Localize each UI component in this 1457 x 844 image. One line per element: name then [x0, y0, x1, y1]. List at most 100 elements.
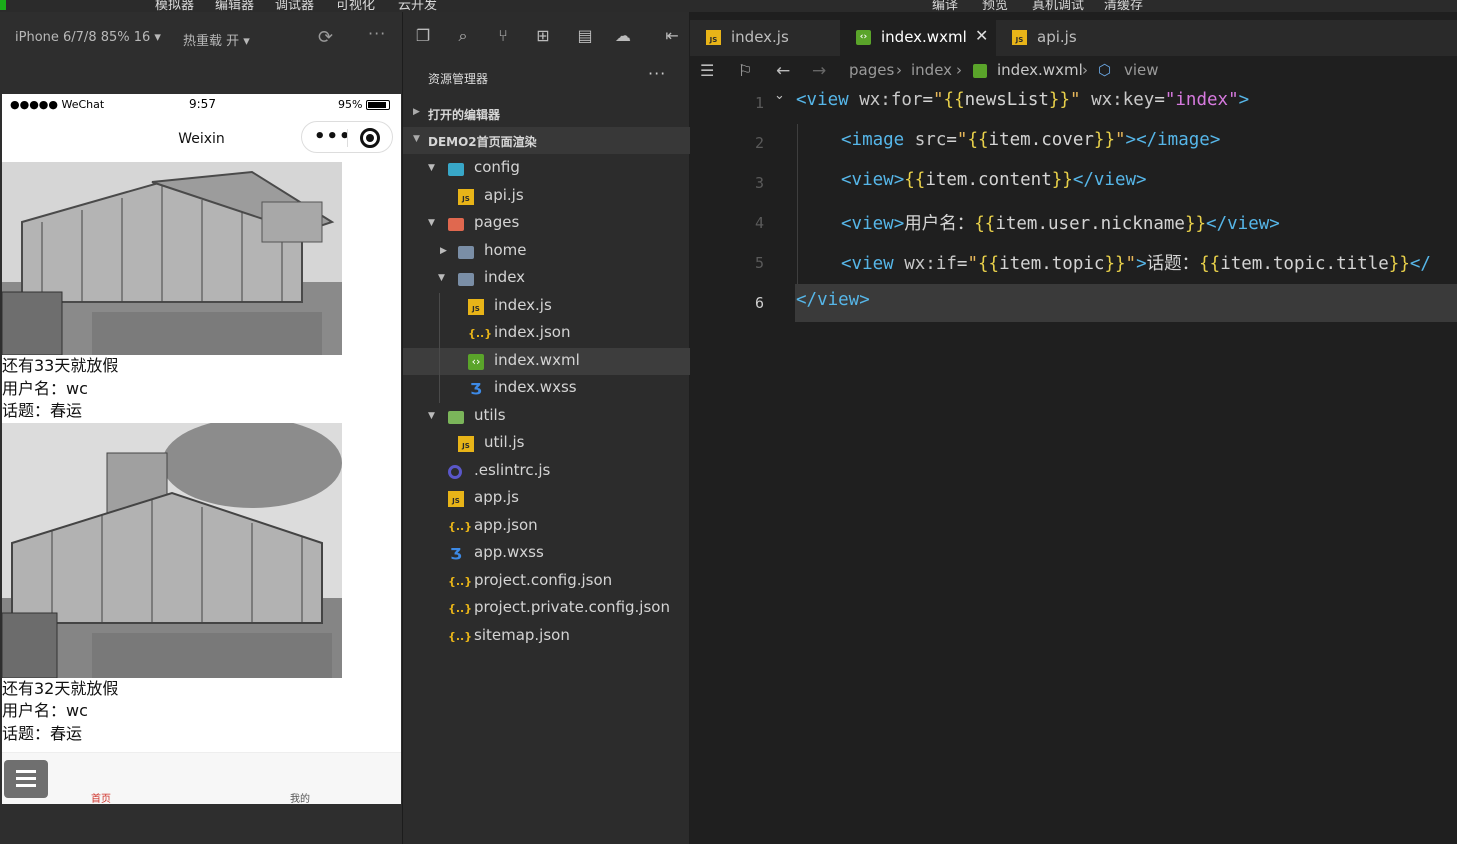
tree-item[interactable]: {..} index.json — [403, 320, 690, 348]
phone-nav-bar: Weixin ••• — [2, 116, 401, 162]
chevron-down-icon[interactable]: ▼ — [428, 218, 435, 228]
menu-capsule[interactable]: ••• — [301, 121, 393, 153]
explorer-icon[interactable]: ❐ — [411, 26, 435, 50]
wxml-file-icon: ‹› — [856, 30, 871, 45]
code-area[interactable]: ⌄ 1 2 3 4 5 6 <view wx:for="{{newsList}}… — [690, 84, 1457, 844]
js-file-icon: JS — [706, 30, 721, 45]
capsule-divider — [347, 129, 348, 147]
tree-item-label: app.js — [474, 488, 519, 506]
list-icon[interactable]: ☰ — [700, 61, 714, 80]
js-file-icon: JS — [1012, 30, 1027, 45]
code-line[interactable]: <view>用户名：{{item.user.nickname}}</view> — [841, 210, 1280, 235]
hot-reload-toggle[interactable]: 热重载 开 ▾ — [183, 30, 250, 49]
fold-chevron-icon[interactable]: ⌄ — [774, 88, 785, 103]
device-select[interactable]: iPhone 6/7/8 85% 16 ▾ — [15, 30, 161, 45]
news-item[interactable]: 还有32天就放假 用户名：wc 话题：春运 — [2, 422, 401, 746]
tree-item-label: sitemap.json — [474, 625, 570, 644]
news-item[interactable]: 还有33天就放假 用户名：wc 话题：春运 — [2, 162, 401, 423]
capsule-more-icon[interactable]: ••• — [314, 126, 352, 147]
close-icon[interactable]: ✕ — [975, 26, 988, 45]
open-editors-section[interactable]: ▶ 打开的编辑器 — [403, 100, 690, 127]
tree-item[interactable]: ‹› index.wxml — [403, 347, 690, 375]
tree-item[interactable]: ▼ pages — [403, 210, 690, 238]
tree-item-label: .eslintrc.js — [474, 460, 551, 479]
chevron-down-icon[interactable]: ▼ — [428, 163, 435, 173]
code-line[interactable]: <image src="{{item.cover}}"></image> — [841, 130, 1220, 150]
tree-item[interactable]: {..} project.private.config.json — [403, 595, 690, 623]
indent-guide — [797, 124, 798, 284]
tree-item[interactable]: JS app.js — [403, 485, 690, 513]
tree-item[interactable]: JS index.js — [403, 293, 690, 321]
tree-item[interactable]: JS api.js — [403, 183, 690, 211]
tree-indent-guide — [439, 292, 440, 403]
tree-item[interactable]: Ʒindex.wxss — [403, 375, 690, 403]
breadcrumb-item[interactable]: view — [1124, 61, 1159, 79]
breadcrumb-separator: › — [896, 61, 902, 79]
wxml-file-icon — [973, 64, 987, 78]
code-line[interactable]: <view wx:for="{{newsList}}" wx:key="inde… — [796, 90, 1249, 110]
more-icon[interactable]: ··· — [368, 24, 386, 43]
tab-mine[interactable]: 我的 — [290, 790, 310, 804]
tree-item[interactable]: .eslintrc.js — [403, 458, 690, 486]
breadcrumb-item[interactable]: index — [911, 61, 952, 79]
tree-item[interactable]: ▶ home — [403, 238, 690, 266]
tab-index-js[interactable]: JS index.js — [690, 20, 840, 56]
chevron-right-icon[interactable]: ▶ — [440, 246, 447, 256]
tab-index-wxml[interactable]: ‹› index.wxml ✕ — [840, 20, 996, 56]
tab-home[interactable]: 首页 — [91, 790, 111, 804]
chevron-down-icon[interactable]: ▼ — [428, 411, 435, 421]
chevron-down-icon: ▼ — [413, 134, 420, 144]
tree-item-label: index — [484, 268, 526, 286]
chevron-down-icon[interactable]: ▼ — [438, 273, 445, 283]
back-icon[interactable]: ← — [776, 61, 790, 81]
tree-item[interactable]: Ʒapp.wxss — [403, 540, 690, 568]
top-menubar: 模拟器 编辑器 调试器 可视化 云开发 编译 预览 真机调试 清缓存 — [0, 0, 1457, 13]
folder-icon — [458, 245, 474, 259]
refresh-icon[interactable]: ⟳ — [318, 27, 333, 48]
line-number: 3 — [754, 174, 764, 192]
tree-item[interactable]: ▼ index — [403, 265, 690, 293]
chevron-right-icon: ▶ — [413, 107, 420, 117]
json-file-icon: {..} — [448, 519, 473, 533]
source-control-icon[interactable]: ⑂ — [491, 26, 515, 50]
js-file-icon: JS — [458, 436, 474, 452]
extensions-icon[interactable]: ⊞ — [531, 26, 555, 50]
wxml-file-icon: ‹› — [468, 353, 484, 370]
brand-accent — [0, 0, 6, 10]
battery-icon — [366, 100, 390, 110]
capsule-close-icon[interactable] — [360, 128, 380, 148]
tree-item-label: config — [474, 158, 520, 176]
tree-item[interactable]: {..} app.json — [403, 513, 690, 541]
bookmark-icon[interactable]: ⚐ — [738, 61, 752, 80]
tree-item[interactable]: JS util.js — [403, 430, 690, 458]
project-section[interactable]: ▼ DEMO2首页面渲染 — [403, 127, 690, 154]
tree-item[interactable]: {..} project.config.json — [403, 568, 690, 596]
tree-item[interactable]: ▼ utils — [403, 403, 690, 431]
phone-tab-bar: 首页 我的 — [2, 752, 401, 804]
outline-icon[interactable]: ▤ — [573, 26, 597, 50]
code-line[interactable]: </view> — [796, 290, 870, 310]
breadcrumb-item[interactable]: pages — [849, 61, 894, 79]
line-number: 6 — [754, 294, 764, 312]
tree-item-label: pages — [474, 213, 520, 231]
floating-menu-button[interactable] — [4, 760, 48, 798]
battery-percent: 95% — [338, 98, 363, 111]
forward-icon[interactable]: → — [812, 61, 826, 81]
explorer-more-icon[interactable]: ··· — [648, 64, 666, 83]
line-number: 2 — [754, 134, 764, 152]
tree-item-label: utils — [474, 405, 506, 424]
search-icon[interactable]: ⌕ — [451, 26, 475, 50]
line-number: 5 — [754, 254, 764, 272]
tree-item[interactable]: ▼ config — [403, 155, 690, 183]
tab-api-js[interactable]: JS api.js — [996, 20, 1146, 56]
code-line[interactable]: <view wx:if="{{item.topic}}">话题：{{item.t… — [841, 250, 1431, 275]
breadcrumb-item[interactable]: index.wxml — [997, 61, 1083, 79]
code-line[interactable]: <view>{{item.content}}</view> — [841, 170, 1147, 190]
collapse-icon[interactable]: ⇤ — [660, 26, 684, 50]
simulator-toolbar: iPhone 6/7/8 85% 16 ▾ 热重载 开 ▾ ⟳ ··· — [0, 20, 403, 60]
docker-icon[interactable]: ☁ — [611, 26, 635, 50]
tree-item[interactable]: {..} sitemap.json — [403, 623, 690, 651]
folder-icon — [448, 410, 464, 424]
folder-icon — [458, 273, 474, 286]
explorer-panel: ❐ ⌕ ⑂ ⊞ ▤ ☁ ⇤ 资源管理器 ··· ▶ 打开的编辑器 ▼ DEMO2… — [403, 12, 690, 844]
